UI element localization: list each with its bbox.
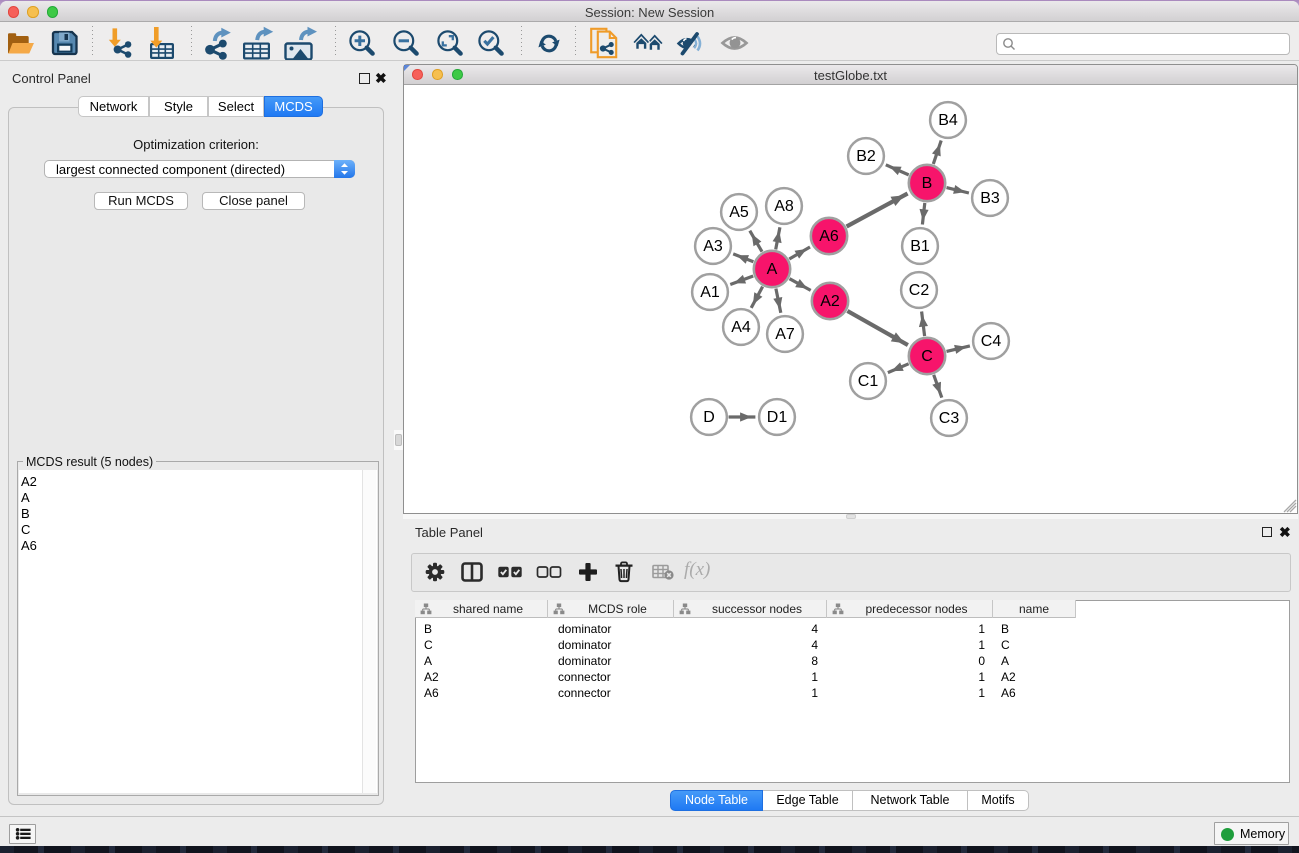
svg-text:A8: A8 bbox=[774, 198, 794, 215]
svg-text:B3: B3 bbox=[980, 190, 1000, 207]
svg-text:A4: A4 bbox=[731, 319, 751, 336]
svg-text:C: C bbox=[921, 348, 933, 365]
svg-text:C4: C4 bbox=[981, 333, 1002, 350]
svg-text:A5: A5 bbox=[729, 204, 749, 221]
svg-text:A2: A2 bbox=[820, 293, 840, 310]
svg-text:C1: C1 bbox=[858, 373, 879, 390]
svg-text:A6: A6 bbox=[819, 228, 839, 245]
svg-text:D1: D1 bbox=[767, 409, 788, 426]
svg-text:A3: A3 bbox=[703, 238, 723, 255]
svg-text:A1: A1 bbox=[700, 284, 720, 301]
svg-text:B: B bbox=[922, 175, 933, 192]
svg-text:B2: B2 bbox=[856, 148, 876, 165]
svg-text:B1: B1 bbox=[910, 238, 930, 255]
svg-text:D: D bbox=[703, 409, 715, 426]
svg-text:A7: A7 bbox=[775, 326, 795, 343]
svg-text:A: A bbox=[767, 261, 778, 278]
svg-text:B4: B4 bbox=[938, 112, 958, 129]
svg-text:C2: C2 bbox=[909, 282, 930, 299]
svg-text:C3: C3 bbox=[939, 410, 960, 427]
